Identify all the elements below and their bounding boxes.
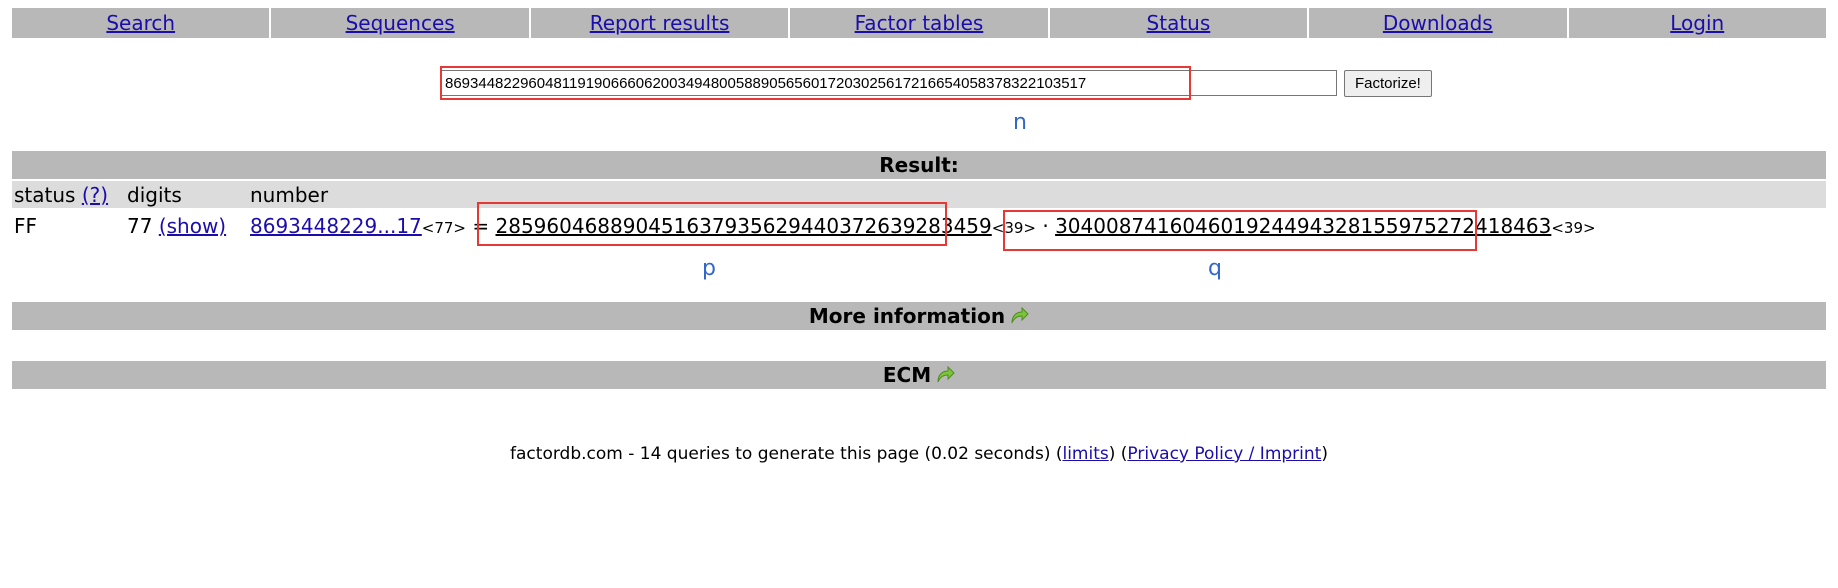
status-value: FF [14, 214, 38, 238]
digits-count: 77 [127, 214, 153, 238]
nav-link-report-results[interactable]: Report results [590, 11, 730, 35]
nav-item-report-results: Report results [530, 8, 789, 38]
nav-item-factor-tables: Factor tables [790, 8, 1048, 38]
result-heading: Result: [879, 153, 959, 177]
nav-item-status: Status [1049, 8, 1308, 38]
footer-text-middle: ) ( [1108, 444, 1128, 464]
more-information-bar[interactable]: More information [12, 302, 1826, 330]
footer-text-suffix: ) [1321, 444, 1328, 464]
number-header: number [250, 183, 329, 207]
digits-header: digits [127, 183, 182, 207]
nav-item-sequences: Sequences [271, 8, 529, 38]
more-information-label: More information [808, 304, 1006, 328]
annotation-box-n [440, 66, 1191, 100]
factor-q-digit-count: <39> [1551, 219, 1596, 237]
limits-link[interactable]: limits [1062, 444, 1108, 464]
nav-link-status[interactable]: Status [1147, 11, 1211, 35]
nav-item-login: Login [1568, 8, 1826, 38]
nav-item-downloads: Downloads [1309, 8, 1567, 38]
nav-link-factor-tables[interactable]: Factor tables [855, 11, 984, 35]
status-help-link[interactable]: (?) [82, 183, 108, 207]
show-link[interactable]: (show) [159, 214, 226, 238]
nav-item-search: Search [12, 8, 270, 38]
nav-link-search[interactable]: Search [106, 11, 175, 35]
digits-value: 77 (show) [127, 214, 226, 238]
privacy-policy-link[interactable]: Privacy Policy / Imprint [1127, 444, 1321, 464]
top-nav: Search Sequences Report results Factor t… [12, 8, 1826, 38]
number-link[interactable]: 8693448229...17 [250, 214, 422, 238]
footer-text-prefix: factordb.com - 14 queries to generate th… [510, 444, 1063, 464]
nav-link-sequences[interactable]: Sequences [346, 11, 455, 35]
nav-link-downloads[interactable]: Downloads [1383, 11, 1493, 35]
annotation-label-p: p [702, 256, 716, 281]
factorize-button[interactable]: Factorize! [1344, 69, 1432, 97]
nav-link-login[interactable]: Login [1670, 11, 1724, 35]
annotation-label-n: n [1013, 110, 1027, 135]
status-header-label: status [14, 183, 76, 207]
expand-arrow-icon [937, 366, 955, 383]
number-digit-count: <77> [421, 219, 467, 237]
annotation-box-p [477, 202, 947, 246]
result-heading-bar: Result: [12, 151, 1826, 179]
ecm-label: ECM [882, 363, 932, 387]
annotation-box-q [1003, 210, 1477, 251]
footer: factordb.com - 14 queries to generate th… [0, 444, 1838, 464]
annotation-label-q: q [1208, 256, 1222, 281]
ecm-bar[interactable]: ECM [12, 361, 1826, 389]
status-header: status (?) [14, 183, 108, 207]
expand-arrow-icon [1011, 307, 1029, 324]
